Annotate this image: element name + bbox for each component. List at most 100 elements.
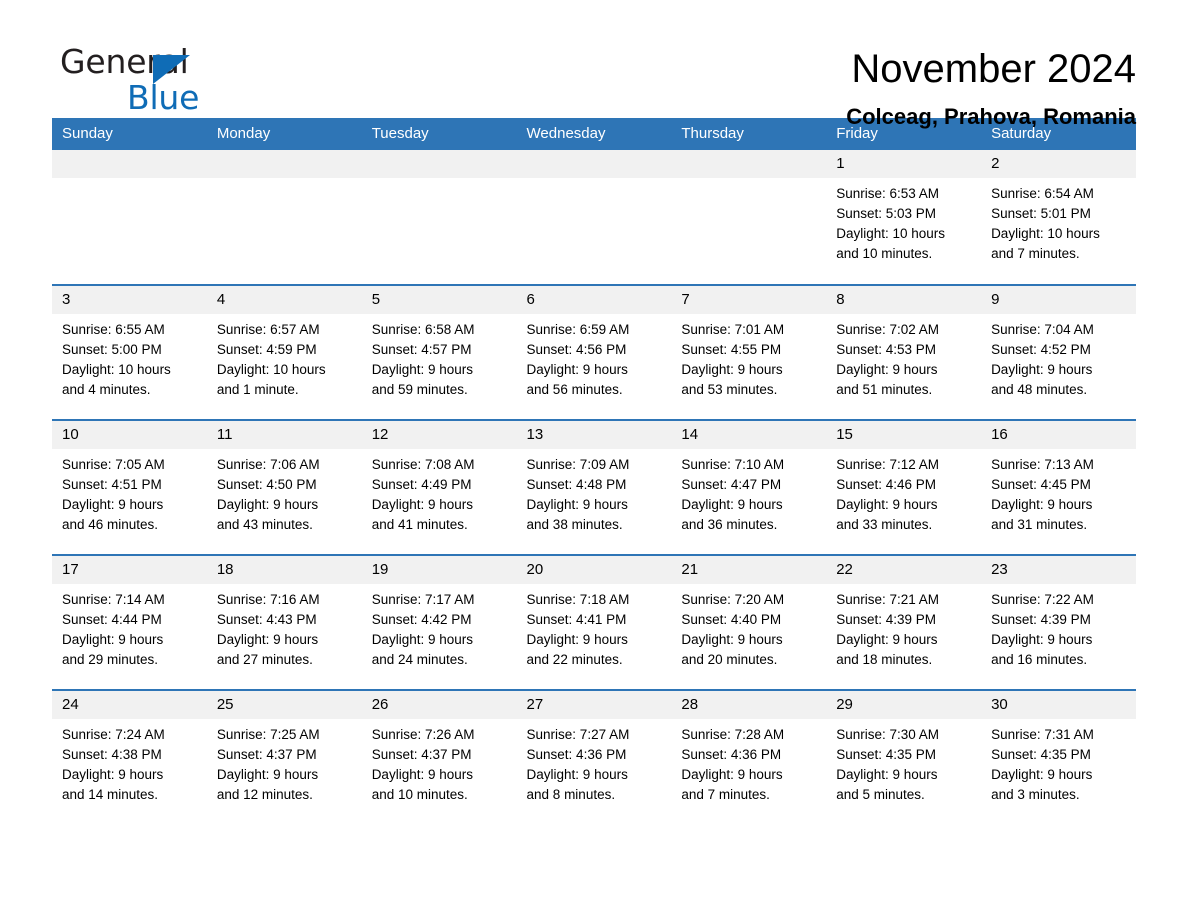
day-cell[interactable]: 27 Sunrise: 7:27 AM Sunset: 4:36 PM Dayligh…: [516, 689, 672, 825]
day-cell[interactable]: 15 Sunrise: 7:12 AM Sunset: 4:46 PM Dayligh…: [826, 419, 982, 555]
day-cell[interactable]: [361, 150, 517, 285]
day-cell-content: 11 Sunrise: 7:06 AM Sunset: 4:50 PM Dayligh…: [206, 421, 362, 554]
day-cell[interactable]: 17 Sunrise: 7:14 AM Sunset: 4:44 PM Dayligh…: [52, 554, 207, 690]
day-cell[interactable]: 29 Sunrise: 7:30 AM Sunset: 4:35 PM Dayligh…: [826, 689, 982, 825]
day-cell-content: 25 Sunrise: 7:25 AM Sunset: 4:37 PM Dayligh…: [206, 691, 362, 825]
day-sun-info: Sunrise: 7:04 AM Sunset: 4:52 PM Daylight:…: [981, 314, 1136, 400]
day-number: 24: [52, 691, 207, 719]
day-cell[interactable]: 6 Sunrise: 6:59 AM Sunset: 4:56 PM Daylight…: [516, 284, 672, 420]
sunset-time: Sunset: 5:00 PM: [62, 342, 162, 357]
day-cell[interactable]: 25 Sunrise: 7:25 AM Sunset: 4:37 PM Dayligh…: [206, 689, 362, 825]
daylight-duration-line1: Daylight: 9 hours: [681, 767, 783, 782]
daylight-duration-line1: Daylight: 9 hours: [371, 497, 473, 512]
day-sun-info: Sunrise: 7:01 AM Sunset: 4:55 PM Daylight:…: [671, 314, 826, 400]
sunrise-time: Sunrise: 7:06 AM: [216, 457, 320, 472]
daylight-duration-line2: and 18 minutes.: [836, 652, 933, 667]
day-cell[interactable]: 4 Sunrise: 6:57 AM Sunset: 4:59 PM Daylight…: [206, 284, 362, 420]
daylight-duration-line2: and 24 minutes.: [371, 652, 468, 667]
day-sun-info: [207, 178, 362, 184]
daylight-duration-line2: and 7 minutes.: [681, 787, 770, 802]
sunrise-time: Sunrise: 7:12 AM: [836, 457, 940, 472]
day-cell[interactable]: [52, 150, 207, 285]
sunrise-time: Sunrise: 6:55 AM: [62, 322, 165, 337]
daylight-duration-line1: Daylight: 10 hours: [216, 362, 326, 377]
day-sun-info: [362, 178, 517, 184]
day-cell[interactable]: 24 Sunrise: 7:24 AM Sunset: 4:38 PM Dayligh…: [52, 689, 207, 825]
sunset-time: Sunset: 4:38 PM: [62, 747, 162, 762]
sunset-time: Sunset: 4:52 PM: [991, 342, 1091, 357]
daylight-duration-line1: Daylight: 9 hours: [836, 362, 938, 377]
day-number: 12: [361, 421, 517, 449]
sunrise-time: Sunrise: 7:26 AM: [371, 727, 475, 742]
weekday-header-tuesday: Tuesday: [361, 118, 517, 150]
day-number: 14: [671, 421, 827, 449]
day-cell[interactable]: 1 Sunrise: 6:53 AM Sunset: 5:03 PM Daylight…: [826, 150, 982, 285]
day-cell[interactable]: 22 Sunrise: 7:21 AM Sunset: 4:39 PM Dayligh…: [826, 554, 982, 690]
day-cell[interactable]: 19 Sunrise: 7:17 AM Sunset: 4:42 PM Dayligh…: [361, 554, 517, 690]
day-cell[interactable]: 3 Sunrise: 6:55 AM Sunset: 5:00 PM Daylight…: [52, 284, 207, 420]
daylight-duration-line1: Daylight: 9 hours: [681, 362, 783, 377]
day-cell[interactable]: 16 Sunrise: 7:13 AM Sunset: 4:45 PM Dayligh…: [981, 419, 1136, 555]
calendar-week-row: 1 Sunrise: 6:53 AM Sunset: 5:03 PM Daylight…: [52, 150, 1136, 285]
day-sun-info: Sunrise: 7:14 AM Sunset: 4:44 PM Daylight:…: [52, 584, 207, 670]
general-blue-logo[interactable]: General Blue: [52, 42, 242, 117]
daylight-duration-line2: and 7 minutes.: [991, 246, 1080, 261]
sunset-time: Sunset: 4:48 PM: [526, 477, 627, 492]
day-cell-content: 6 Sunrise: 6:59 AM Sunset: 4:56 PM Daylight…: [516, 286, 672, 419]
day-number: 16: [981, 421, 1136, 449]
day-number: 15: [826, 421, 982, 449]
day-sun-info: Sunrise: 7:10 AM Sunset: 4:47 PM Daylight:…: [671, 449, 826, 535]
day-cell[interactable]: 9 Sunrise: 7:04 AM Sunset: 4:52 PM Daylight…: [981, 284, 1136, 420]
day-cell[interactable]: 21 Sunrise: 7:20 AM Sunset: 4:40 PM Dayligh…: [671, 554, 827, 690]
day-cell[interactable]: 7 Sunrise: 7:01 AM Sunset: 4:55 PM Daylight…: [671, 284, 827, 420]
title-block: November 2024 Colceag, Prahova, Romania: [846, 42, 1136, 134]
day-cell[interactable]: 18 Sunrise: 7:16 AM Sunset: 4:43 PM Dayligh…: [206, 554, 362, 690]
day-cell-content: 23 Sunrise: 7:22 AM Sunset: 4:39 PM Dayligh…: [981, 556, 1136, 689]
day-cell-content: 9 Sunrise: 7:04 AM Sunset: 4:52 PM Daylight…: [981, 286, 1136, 419]
day-cell[interactable]: 26 Sunrise: 7:26 AM Sunset: 4:37 PM Dayligh…: [361, 689, 517, 825]
day-number: [671, 150, 827, 178]
daylight-duration-line2: and 46 minutes.: [62, 517, 159, 532]
day-cell[interactable]: [516, 150, 672, 285]
day-cell[interactable]: 23 Sunrise: 7:22 AM Sunset: 4:39 PM Dayligh…: [981, 554, 1136, 690]
day-number: 23: [981, 556, 1136, 584]
weekday-header-sunday: Sunday: [52, 118, 207, 150]
day-cell[interactable]: 20 Sunrise: 7:18 AM Sunset: 4:41 PM Dayligh…: [516, 554, 672, 690]
day-cell-content: [671, 150, 827, 284]
day-cell[interactable]: 12 Sunrise: 7:08 AM Sunset: 4:49 PM Dayligh…: [361, 419, 517, 555]
day-cell[interactable]: 10 Sunrise: 7:05 AM Sunset: 4:51 PM Dayligh…: [52, 419, 207, 555]
day-cell[interactable]: 28 Sunrise: 7:28 AM Sunset: 4:36 PM Dayligh…: [671, 689, 827, 825]
day-cell-content: 16 Sunrise: 7:13 AM Sunset: 4:45 PM Dayligh…: [981, 421, 1136, 554]
day-number: 19: [361, 556, 517, 584]
sunset-time: Sunset: 4:45 PM: [991, 477, 1091, 492]
sunset-time: Sunset: 4:44 PM: [62, 612, 162, 627]
weekday-header-wednesday: Wednesday: [516, 118, 672, 150]
sunset-time: Sunset: 4:53 PM: [836, 342, 937, 357]
day-cell[interactable]: 5 Sunrise: 6:58 AM Sunset: 4:57 PM Daylight…: [361, 284, 517, 420]
day-cell-content: 15 Sunrise: 7:12 AM Sunset: 4:46 PM Dayligh…: [826, 421, 982, 554]
sunrise-time: Sunrise: 7:13 AM: [991, 457, 1094, 472]
daylight-duration-line2: and 41 minutes.: [371, 517, 468, 532]
day-number: 25: [206, 691, 362, 719]
sunset-time: Sunset: 4:42 PM: [371, 612, 472, 627]
logo-text-blue: Blue: [127, 78, 200, 117]
sunset-time: Sunset: 5:03 PM: [836, 206, 937, 221]
day-cell-content: [361, 150, 517, 284]
day-number: 26: [361, 691, 517, 719]
day-cell[interactable]: 11 Sunrise: 7:06 AM Sunset: 4:50 PM Dayligh…: [206, 419, 362, 555]
daylight-duration-line1: Daylight: 9 hours: [836, 632, 938, 647]
day-cell[interactable]: 14 Sunrise: 7:10 AM Sunset: 4:47 PM Dayligh…: [671, 419, 827, 555]
day-sun-info: Sunrise: 6:53 AM Sunset: 5:03 PM Daylight:…: [826, 178, 981, 264]
daylight-duration-line2: and 14 minutes.: [62, 787, 159, 802]
day-cell[interactable]: 30 Sunrise: 7:31 AM Sunset: 4:35 PM Dayligh…: [981, 689, 1136, 825]
daylight-duration-line2: and 27 minutes.: [216, 652, 313, 667]
daylight-duration-line2: and 16 minutes.: [991, 652, 1088, 667]
daylight-duration-line2: and 4 minutes.: [62, 382, 151, 397]
daylight-duration-line2: and 33 minutes.: [836, 517, 933, 532]
day-cell[interactable]: 2 Sunrise: 6:54 AM Sunset: 5:01 PM Daylight…: [981, 150, 1136, 285]
sunset-time: Sunset: 4:43 PM: [216, 612, 317, 627]
day-cell[interactable]: 13 Sunrise: 7:09 AM Sunset: 4:48 PM Dayligh…: [516, 419, 672, 555]
day-cell[interactable]: [206, 150, 362, 285]
day-cell[interactable]: [671, 150, 827, 285]
day-cell[interactable]: 8 Sunrise: 7:02 AM Sunset: 4:53 PM Daylight…: [826, 284, 982, 420]
